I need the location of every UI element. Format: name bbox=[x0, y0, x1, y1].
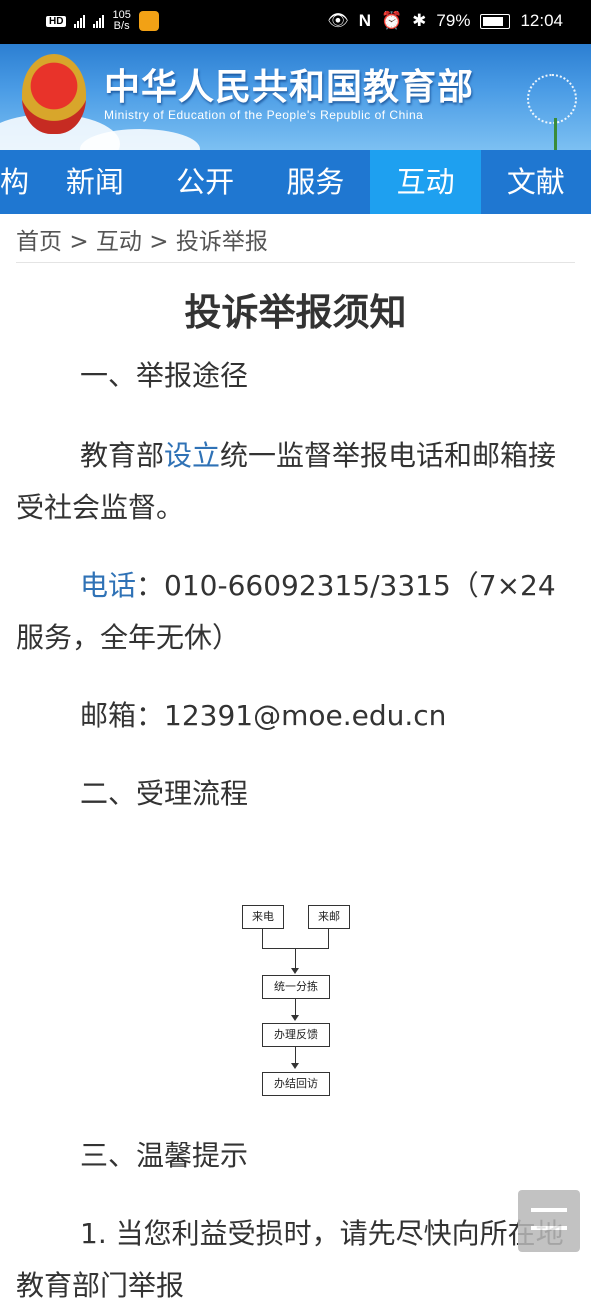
email-paragraph: 邮箱：12391@moe.edu.cn bbox=[80, 699, 447, 732]
flow-arrow-3 bbox=[291, 1063, 299, 1069]
status-left: HD 105 B/s bbox=[46, 10, 159, 32]
flow-line-5 bbox=[295, 998, 296, 1015]
eye-icon: 👁 bbox=[327, 11, 349, 30]
flow-arrow-2 bbox=[291, 1015, 299, 1021]
nav-item-documents[interactable]: 文献 bbox=[481, 150, 591, 214]
flow-box-handle: 办理反馈 bbox=[262, 1023, 330, 1047]
net-speed: 105 B/s bbox=[112, 10, 130, 32]
nav-item-public[interactable]: 公开 bbox=[150, 150, 260, 214]
signal-icon-2 bbox=[93, 14, 105, 28]
site-subtitle: Ministry of Education of the People's Re… bbox=[104, 108, 424, 122]
flow-arrow bbox=[291, 968, 299, 974]
hd-badge: HD bbox=[46, 15, 67, 27]
section-heading-1: 一、举报途径 bbox=[80, 359, 249, 392]
net-speed-unit: B/s bbox=[113, 20, 130, 32]
nav-item-service[interactable]: 服务 bbox=[260, 150, 370, 214]
flow-box-phone: 来电 bbox=[242, 905, 284, 929]
flow-box-sort: 统一分拣 bbox=[262, 975, 330, 999]
breadcrumb-current[interactable]: 投诉举报 bbox=[176, 229, 268, 255]
breadcrumb-separator: > bbox=[69, 229, 89, 255]
nav-item-interaction[interactable]: 互动 bbox=[370, 150, 481, 214]
section-heading-2: 二、受理流程 bbox=[80, 777, 249, 810]
breadcrumb-divider bbox=[16, 262, 575, 263]
process-flowchart: 来电 来邮 统一分拣 办理反馈 办结回访 bbox=[230, 895, 360, 1105]
battery-percent: 79% bbox=[436, 11, 471, 30]
nav-item-news[interactable]: 新闻 bbox=[40, 150, 150, 214]
national-emblem-icon bbox=[22, 54, 86, 134]
paragraph-channels: 教育部设立统一监督举报电话和邮箱接受社会监督。 bbox=[16, 430, 575, 534]
breadcrumb-separator-2: > bbox=[149, 229, 169, 255]
phone-link[interactable]: 电话 bbox=[80, 569, 136, 602]
status-bar: HD 105 B/s 👁 N ⏰ ✱ 79% 12:04 bbox=[0, 0, 591, 44]
phone-paragraph: 电话：010-66092315/3315（7×24服务，全年无休） bbox=[16, 560, 575, 664]
app-icon bbox=[138, 11, 159, 31]
tip-paragraph: 1. 当您利益受损时，请先尽快向所在地教育部门举报 bbox=[16, 1217, 564, 1302]
dandelion-stem bbox=[554, 118, 557, 150]
menu-icon-bar bbox=[531, 1226, 567, 1230]
flow-line-6 bbox=[295, 1046, 296, 1063]
menu-button[interactable] bbox=[518, 1190, 580, 1252]
flow-box-mail: 来邮 bbox=[308, 905, 350, 929]
flow-line-2 bbox=[328, 928, 329, 948]
paragraph-text-pre: 教育部 bbox=[80, 439, 165, 472]
establish-link[interactable]: 设立 bbox=[164, 439, 220, 472]
menu-icon bbox=[531, 1208, 567, 1212]
signal-icon bbox=[74, 14, 86, 28]
site-banner: 中华人民共和国教育部 Ministry of Education of the … bbox=[0, 44, 591, 150]
dandelion-decoration bbox=[527, 74, 577, 124]
flow-line-4 bbox=[295, 948, 296, 968]
status-right: 👁 N ⏰ ✱ 79% 12:04 bbox=[327, 11, 563, 31]
flow-box-visit: 办结回访 bbox=[262, 1072, 330, 1096]
section-heading-3: 三、温馨提示 bbox=[80, 1139, 249, 1172]
bluetooth-icon: ✱ bbox=[412, 11, 427, 30]
breadcrumb-home[interactable]: 首页 bbox=[16, 229, 62, 255]
breadcrumb: 首页 > 互动 > 投诉举报 bbox=[16, 222, 268, 256]
battery-icon bbox=[480, 13, 511, 29]
clock: 12:04 bbox=[520, 11, 563, 30]
flow-line bbox=[262, 928, 263, 948]
alarm-icon: ⏰ bbox=[381, 11, 403, 30]
main-nav: 构 新闻 公开 服务 互动 文献 bbox=[0, 150, 591, 214]
breadcrumb-section[interactable]: 互动 bbox=[96, 229, 142, 255]
site-title[interactable]: 中华人民共和国教育部 bbox=[104, 58, 474, 110]
nav-item-jigou[interactable]: 构 bbox=[0, 150, 40, 214]
article-title: 投诉举报须知 bbox=[184, 291, 407, 334]
nfc-icon: N bbox=[358, 11, 371, 30]
